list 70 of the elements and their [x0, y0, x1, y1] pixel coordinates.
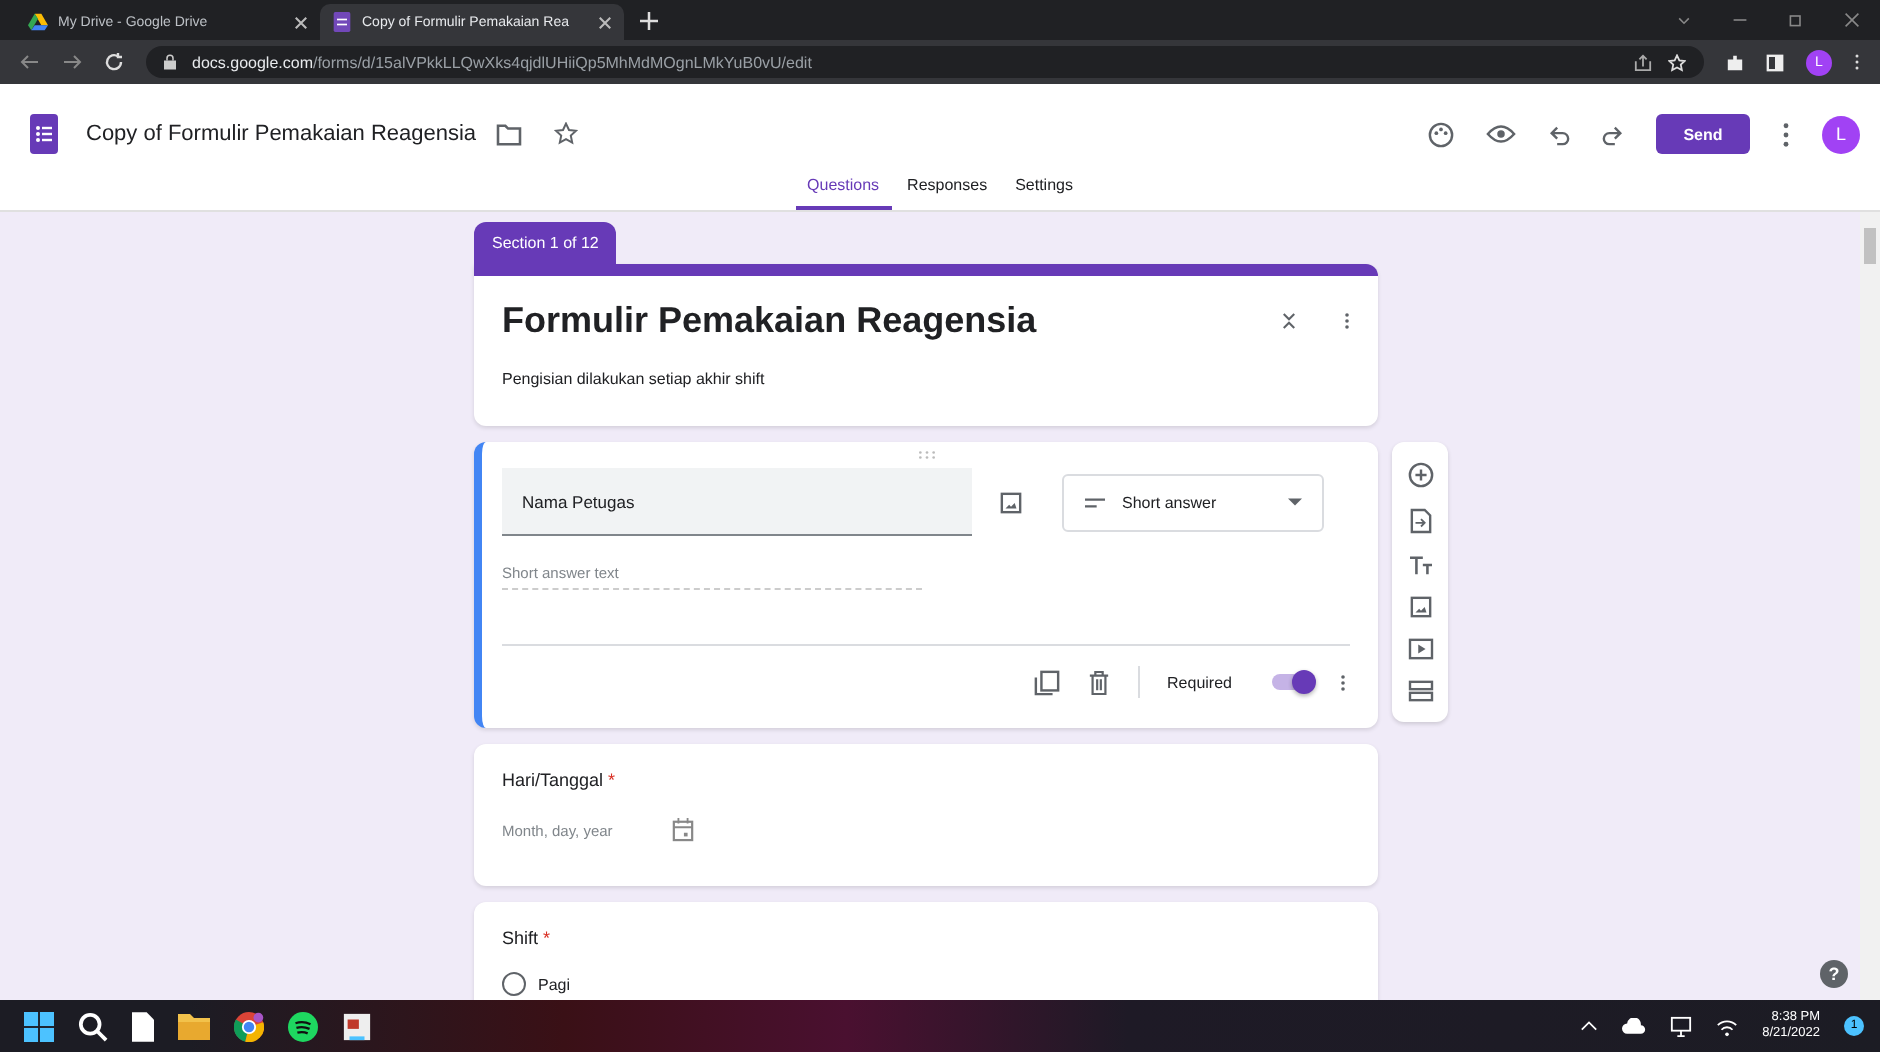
sidebar-icon[interactable] [1766, 53, 1784, 71]
monitor-icon[interactable] [1670, 1015, 1693, 1037]
account-avatar[interactable]: L [1822, 115, 1860, 153]
restore-icon[interactable] [1788, 12, 1804, 28]
required-toggle[interactable] [1272, 674, 1312, 690]
windows-start-icon[interactable] [24, 1011, 54, 1041]
plus-icon[interactable] [640, 12, 658, 30]
network-icon[interactable] [1716, 1015, 1739, 1037]
more-icon[interactable] [1782, 121, 1790, 147]
search-icon[interactable] [78, 1011, 108, 1041]
copy-icon[interactable] [1033, 669, 1060, 695]
required-label: Required [1167, 673, 1232, 691]
section-label: Section 1 of 12 [474, 222, 617, 264]
chevron-icon[interactable] [1676, 12, 1692, 28]
option-label: Pagi [538, 975, 571, 993]
folder-icon[interactable] [178, 1012, 210, 1040]
forms-icon[interactable] [30, 114, 58, 154]
redo-icon[interactable] [1602, 123, 1624, 145]
question-type-dropdown[interactable]: Short answer [1062, 473, 1324, 531]
more-icon[interactable] [1340, 671, 1346, 693]
close-icon[interactable] [598, 15, 612, 29]
app-window-icon[interactable] [342, 1011, 372, 1041]
section-icon[interactable] [1407, 680, 1433, 702]
question-card[interactable]: Shift * Pagi [474, 902, 1378, 1000]
form-description[interactable]: Pengisian dilakukan setiap akhir shift [502, 370, 1350, 388]
undo-icon[interactable] [1548, 123, 1570, 145]
form-tab[interactable]: Responses [895, 170, 1000, 210]
import-icon[interactable] [1409, 508, 1431, 534]
address-field[interactable]: docs.google.com/forms/d/15alVPkkLLQwXks4qjdlUHiiQp5MhMdMOgnLMkYuB0vU/edit [146, 46, 1704, 78]
form-title[interactable]: Formulir Pemakaian Reagensia [502, 300, 1234, 342]
file-icon[interactable] [132, 1011, 154, 1041]
video-icon[interactable] [1407, 638, 1433, 660]
eye-icon[interactable] [1486, 124, 1516, 144]
folder-icon[interactable] [496, 123, 523, 145]
drive-icon [28, 12, 48, 32]
document-title[interactable]: Copy of Formulir Pemakaian Reagensia [86, 122, 477, 146]
dropdown-caret-icon [1288, 498, 1302, 506]
chevron-up-icon[interactable] [1580, 1020, 1599, 1032]
more-icon[interactable] [1344, 310, 1350, 332]
radio-button[interactable] [502, 972, 526, 996]
back-icon[interactable] [20, 52, 40, 72]
browser-icon[interactable] [234, 1011, 264, 1041]
music-app-icon[interactable] [288, 1011, 318, 1041]
image-icon[interactable] [1409, 596, 1431, 618]
forward-icon[interactable] [62, 52, 82, 72]
help-button[interactable]: ? [1820, 960, 1848, 988]
calendar-icon[interactable] [672, 818, 695, 842]
cloud-icon[interactable] [1622, 1018, 1647, 1034]
drag-handle-icon[interactable] [915, 450, 937, 460]
text-size-icon[interactable] [1407, 554, 1433, 576]
forms-icon [332, 12, 352, 32]
scrollbar[interactable] [1860, 212, 1880, 1000]
form-tab[interactable]: Settings [1003, 170, 1085, 210]
palette-icon[interactable] [1428, 121, 1454, 147]
question-title: Shift * [502, 928, 553, 948]
send-button[interactable]: Send [1656, 114, 1750, 154]
image-icon[interactable] [1000, 491, 1022, 513]
question-title: Hari/Tanggal * [502, 770, 618, 790]
close-icon[interactable] [294, 15, 308, 29]
question-title-field[interactable]: Nama Petugas [502, 468, 972, 536]
close-icon[interactable] [1844, 12, 1860, 28]
share-icon[interactable] [1634, 53, 1652, 71]
lock-icon [164, 54, 176, 70]
add-circle-icon[interactable] [1407, 462, 1433, 488]
trash-icon[interactable] [1087, 669, 1110, 695]
short-text-icon [1084, 497, 1106, 507]
star-icon[interactable] [554, 122, 579, 146]
collapse-icon[interactable] [1282, 312, 1296, 330]
more-icon[interactable] [1854, 52, 1860, 72]
reload-icon[interactable] [104, 52, 124, 72]
